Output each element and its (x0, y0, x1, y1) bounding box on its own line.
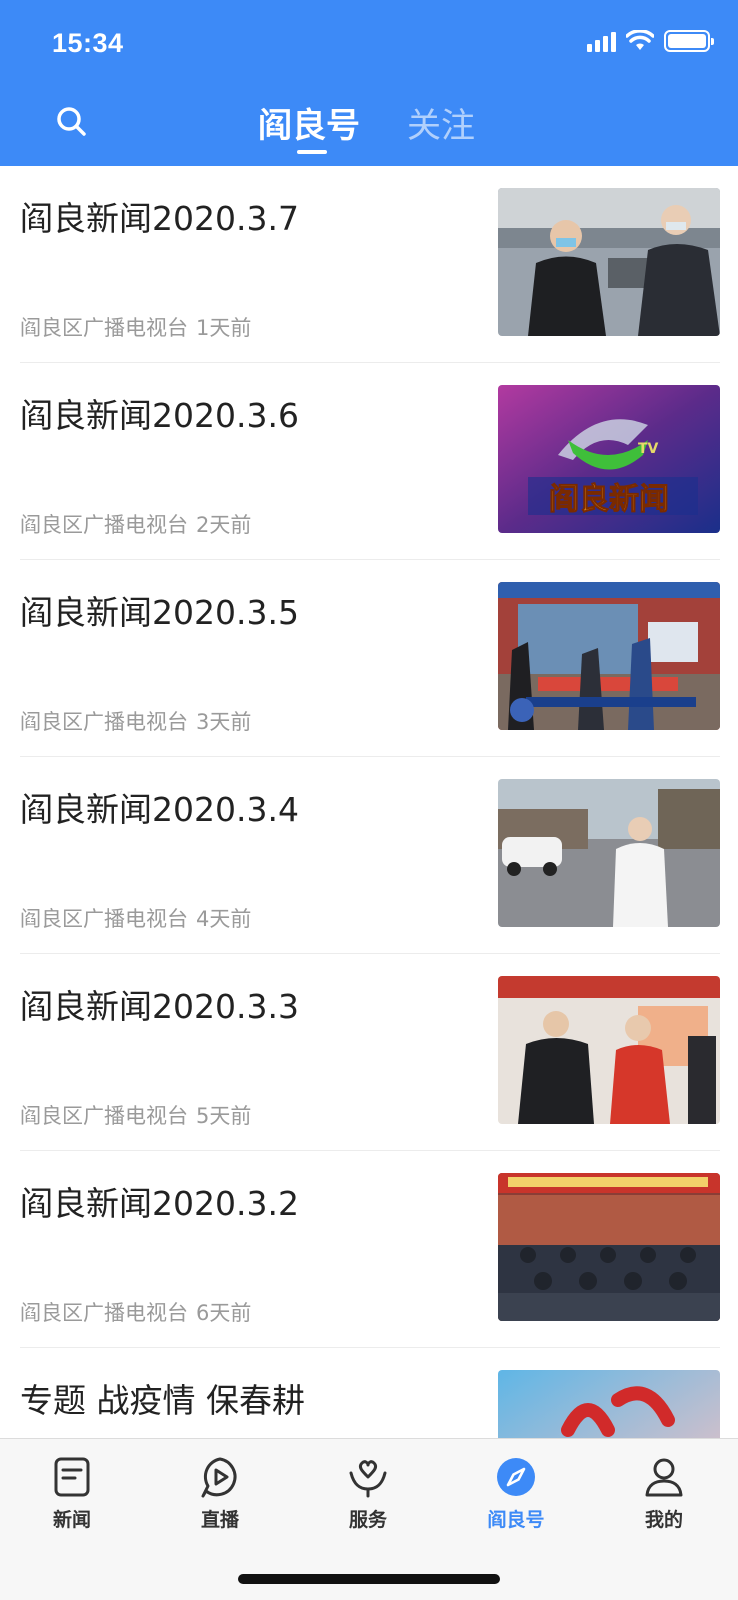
top-header: 15:34 阎良号 关注 (0, 0, 738, 166)
svg-text:TV: TV (638, 441, 659, 457)
item-time: 5天前 (196, 1104, 252, 1128)
compass-icon (497, 1458, 535, 1496)
item-time: 6天前 (196, 1301, 252, 1325)
tab-news[interactable]: 新闻 (22, 1455, 122, 1532)
item-meta: 阎良区广播电视台 3天前 (20, 706, 251, 736)
news-thumbnail[interactable] (498, 976, 720, 1124)
item-time: 2天前 (196, 513, 252, 537)
news-thumbnail[interactable] (498, 188, 720, 336)
tab-yanlianghao-bottom[interactable]: 阎良号 (466, 1455, 566, 1532)
tab-live-label: 直播 (200, 1509, 239, 1531)
item-source: 阎良区广播电视台 (20, 907, 188, 931)
battery-icon (664, 30, 714, 52)
thumb-caption: 阎良新闻 (549, 482, 669, 517)
tab-service-label: 服务 (348, 1509, 387, 1531)
item-title: 阎良新闻2020.3.7 (20, 199, 299, 238)
item-meta: 阎良区广播电视台 4天前 (20, 903, 251, 933)
news-thumbnail[interactable] (498, 1173, 720, 1321)
item-meta: 阎良区广播电视台 6天前 (20, 1297, 251, 1327)
active-tab-indicator (297, 150, 327, 154)
item-source: 阎良区广播电视台 (20, 513, 188, 537)
news-thumbnail[interactable]: TV 阎良新闻 (498, 385, 720, 533)
news-icon (54, 1457, 90, 1497)
item-meta: 阎良区广播电视台 2天前 (20, 509, 251, 539)
tab-yanlianghao-label: 阎良号 (487, 1509, 545, 1531)
user-icon (645, 1458, 683, 1497)
item-source: 阎良区广播电视台 (20, 316, 188, 340)
item-source: 阎良区广播电视台 (20, 710, 188, 734)
list-item[interactable]: 专题 战疫情 保春耕 (20, 1348, 720, 1438)
item-meta: 阎良区广播电视台 5天前 (20, 1100, 251, 1130)
news-thumbnail[interactable] (498, 779, 720, 927)
item-source: 阎良区广播电视台 (20, 1104, 188, 1128)
list-item[interactable]: 阎良新闻2020.3.2 阎良区广播电视台 6天前 (20, 1151, 720, 1348)
tab-me-label: 我的 (644, 1509, 683, 1531)
tab-me[interactable]: 我的 (614, 1455, 714, 1532)
list-item[interactable]: 阎良新闻2020.3.5 阎良区广播电视台 3天前 (20, 560, 720, 757)
item-title: 阎良新闻2020.3.3 (20, 987, 299, 1026)
list-item[interactable]: 阎良新闻2020.3.7 阎良区广播电视台 1天前 (20, 166, 720, 363)
list-item[interactable]: 阎良新闻2020.3.4 阎良区广播电视台 4天前 (20, 757, 720, 954)
status-time: 15:34 (52, 28, 124, 58)
item-source: 阎良区广播电视台 (20, 1301, 188, 1325)
play-icon (201, 1457, 237, 1498)
tab-live[interactable]: 直播 (170, 1455, 270, 1532)
list-item[interactable]: 阎良新闻2020.3.3 阎良区广播电视台 5天前 (20, 954, 720, 1151)
wifi-icon (626, 30, 654, 50)
item-time: 3天前 (196, 710, 252, 734)
tab-yanlianghao[interactable]: 阎良号 (258, 98, 360, 147)
item-title: 专题 战疫情 保春耕 (20, 1381, 305, 1420)
signal-icon (587, 30, 616, 52)
news-thumbnail[interactable] (498, 582, 720, 730)
search-icon[interactable] (52, 102, 92, 142)
status-icons (587, 30, 714, 52)
item-meta: 阎良区广播电视台 1天前 (20, 312, 251, 342)
tab-news-label: 新闻 (52, 1509, 91, 1531)
service-icon (349, 1460, 387, 1498)
item-title: 阎良新闻2020.3.5 (20, 593, 299, 632)
item-time: 1天前 (196, 316, 252, 340)
news-feed[interactable]: 阎良新闻2020.3.7 阎良区广播电视台 1天前 阎良新闻2020.3.6 阎… (0, 166, 738, 1438)
list-item[interactable]: 阎良新闻2020.3.6 阎良区广播电视台 2天前 TV 阎良新闻 (20, 363, 720, 560)
tab-follow[interactable]: 关注 (407, 98, 475, 147)
tab-service[interactable]: 服务 (318, 1455, 418, 1532)
item-title: 阎良新闻2020.3.6 (20, 396, 299, 435)
home-indicator (238, 1574, 500, 1584)
item-time: 4天前 (196, 907, 252, 931)
item-title: 阎良新闻2020.3.4 (20, 790, 299, 829)
news-thumbnail[interactable] (498, 1370, 720, 1438)
item-title: 阎良新闻2020.3.2 (20, 1184, 299, 1223)
